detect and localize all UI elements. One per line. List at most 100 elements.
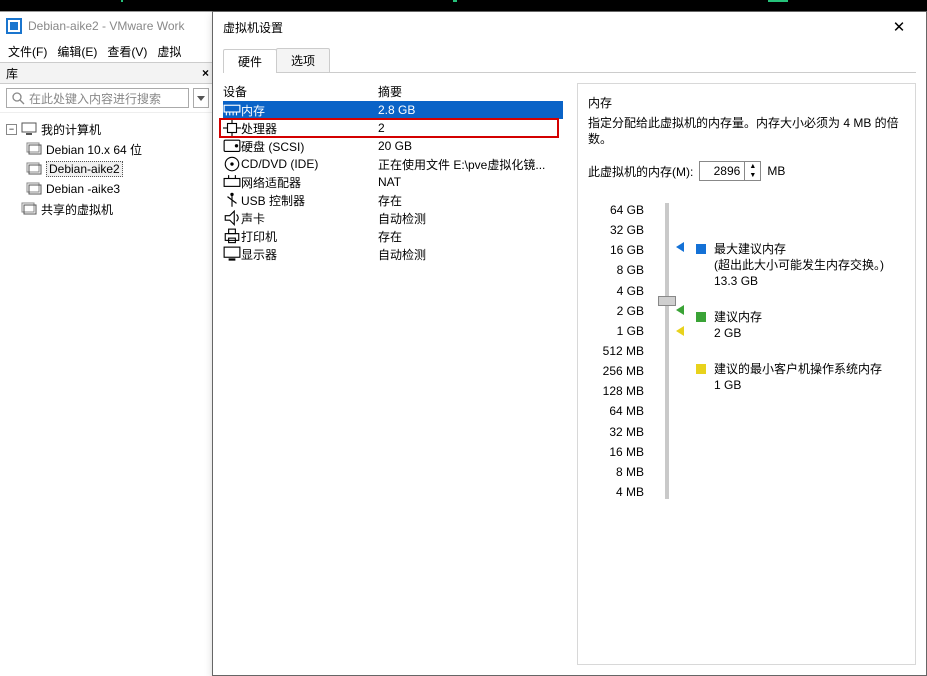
- tab-label: 硬件: [238, 55, 262, 69]
- device-row-hdd[interactable]: 硬盘 (SCSI)20 GB: [223, 137, 563, 155]
- legend-swatch-blue: [696, 244, 706, 254]
- device-table-header: 设备 摘要: [223, 83, 563, 101]
- node-label: Debian-aike2: [46, 161, 123, 177]
- dialog-tabs: 硬件 选项: [223, 48, 916, 73]
- memory-unit: MB: [767, 164, 785, 178]
- slider-tick: 4 MB: [588, 485, 644, 499]
- tab-label: 选项: [291, 54, 315, 68]
- legend-min: 建议的最小客户机操作系统内存 1 GB: [696, 361, 905, 393]
- node-label: 我的计算机: [41, 121, 101, 138]
- node-label: Debian -aike3: [46, 182, 120, 196]
- device-row-usb[interactable]: USB 控制器存在: [223, 191, 563, 209]
- slider-tick: 64 MB: [588, 404, 644, 418]
- vm-icon: [26, 162, 42, 176]
- memory-title: 内存: [588, 94, 905, 111]
- search-icon: [11, 91, 25, 105]
- slider-thumb[interactable]: [658, 296, 676, 306]
- slider-tick: 16 GB: [588, 243, 644, 257]
- cpu-icon: [223, 119, 241, 137]
- chevron-down-icon: [197, 96, 205, 101]
- legend-max-label: 最大建议内存: [714, 241, 884, 257]
- spinner-up[interactable]: ▲: [745, 162, 760, 171]
- library-title: 库: [6, 65, 18, 82]
- slider-tick: 4 GB: [588, 284, 644, 298]
- slider-tick: 64 GB: [588, 203, 644, 217]
- net-icon: [223, 174, 241, 190]
- cd-icon: [223, 155, 241, 173]
- menu-file[interactable]: 文件(F): [8, 43, 47, 60]
- library-header: 库 ×: [0, 62, 215, 84]
- slider-track-column[interactable]: [658, 203, 678, 499]
- slider-tick: 16 MB: [588, 445, 644, 459]
- menu-vm[interactable]: 虚拟: [157, 43, 181, 60]
- spinner-down[interactable]: ▼: [745, 171, 760, 180]
- memory-spinner[interactable]: ▲ ▼: [699, 161, 761, 181]
- mem-icon: [223, 103, 241, 117]
- slider-tick: 1 GB: [588, 324, 644, 338]
- library-search-input[interactable]: 在此处键入内容进行搜索: [6, 88, 189, 108]
- memory-desc: 指定分配给此虚拟机的内存量。内存大小必须为 4 MB 的倍数。: [588, 115, 905, 147]
- slider-tick: 32 MB: [588, 425, 644, 439]
- library-close-icon[interactable]: ×: [202, 66, 209, 80]
- tree-node-vm[interactable]: Debian 10.x 64 位: [4, 139, 211, 159]
- vm-icon: [26, 182, 42, 196]
- legend-min-label: 建议的最小客户机操作系统内存: [714, 361, 882, 377]
- device-summary: 20 GB: [378, 139, 563, 153]
- spinner-buttons: ▲ ▼: [744, 162, 760, 180]
- device-row-cd[interactable]: CD/DVD (IDE)正在使用文件 E:\pve虚拟化镜...: [223, 155, 563, 173]
- device-name: 网络适配器: [241, 174, 378, 191]
- dialog-title: 虚拟机设置: [223, 19, 283, 36]
- collapse-icon[interactable]: −: [6, 124, 17, 135]
- device-summary: 存在: [378, 192, 563, 209]
- vm-icon: [26, 142, 42, 156]
- tree-node-vm[interactable]: Debian -aike3: [4, 179, 211, 199]
- memory-detail-panel: 内存 指定分配给此虚拟机的内存量。内存大小必须为 4 MB 的倍数。 此虚拟机的…: [577, 83, 916, 665]
- device-row-cpu[interactable]: 处理器2: [223, 119, 563, 137]
- main-window: Debian-aike2 - VMware Work 文件(F) 编辑(E) 查…: [0, 11, 215, 676]
- marker-max-icon: [676, 242, 684, 252]
- tab-options[interactable]: 选项: [276, 48, 330, 72]
- tab-hardware[interactable]: 硬件: [223, 49, 277, 73]
- device-summary: 自动检测: [378, 210, 563, 227]
- memory-slider-area: 64 GB32 GB16 GB8 GB4 GB2 GB1 GB512 MB256…: [588, 203, 905, 499]
- device-summary: 正在使用文件 E:\pve虚拟化镜...: [378, 156, 563, 173]
- slider-tick: 512 MB: [588, 344, 644, 358]
- legend-max-val: 13.3 GB: [714, 273, 884, 289]
- marker-min-icon: [676, 326, 684, 336]
- device-row-dsp[interactable]: 显示器自动检测: [223, 245, 563, 263]
- device-table: 设备 摘要 内存2.8 GB处理器2硬盘 (SCSI)20 GBCD/DVD (…: [223, 83, 563, 263]
- node-label: 共享的虚拟机: [41, 201, 113, 218]
- node-label: Debian 10.x 64 位: [46, 141, 142, 158]
- usb-icon: [223, 191, 241, 209]
- tree-node-my-computer[interactable]: − 我的计算机: [4, 119, 211, 139]
- device-name: 声卡: [241, 210, 378, 227]
- device-row-mem[interactable]: 内存2.8 GB: [223, 101, 563, 119]
- search-dropdown-button[interactable]: [193, 88, 209, 108]
- menu-edit[interactable]: 编辑(E): [57, 43, 97, 60]
- legend-max: 最大建议内存 (超出此大小可能发生内存交换。) 13.3 GB: [696, 241, 905, 289]
- device-row-prn[interactable]: 打印机存在: [223, 227, 563, 245]
- legend-rec-label: 建议内存: [714, 309, 762, 325]
- device-list-panel: 设备 摘要 内存2.8 GB处理器2硬盘 (SCSI)20 GBCD/DVD (…: [223, 83, 563, 665]
- device-row-snd[interactable]: 声卡自动检测: [223, 209, 563, 227]
- dialog-close-button[interactable]: ✕: [882, 15, 916, 39]
- marker-rec-icon: [676, 305, 684, 315]
- slider-tick: 32 GB: [588, 223, 644, 237]
- memory-label: 此虚拟机的内存(M):: [588, 163, 693, 180]
- device-summary: 2: [378, 121, 563, 135]
- search-placeholder: 在此处键入内容进行搜索: [29, 90, 161, 107]
- vm-settings-dialog: 虚拟机设置 ✕ 硬件 选项 设备 摘要 内存2.8 GB处理器2硬盘 (SCSI…: [212, 11, 927, 676]
- memory-input-row: 此虚拟机的内存(M): ▲ ▼ MB: [588, 161, 905, 181]
- device-name: 内存: [241, 102, 378, 119]
- device-name: 处理器: [241, 120, 378, 137]
- tree-node-vm-selected[interactable]: Debian-aike2: [4, 159, 211, 179]
- tree-node-shared[interactable]: 共享的虚拟机: [4, 199, 211, 219]
- device-name: 显示器: [241, 246, 378, 263]
- device-name: 打印机: [241, 228, 378, 245]
- device-row-net[interactable]: 网络适配器NAT: [223, 173, 563, 191]
- menu-view[interactable]: 查看(V): [107, 43, 147, 60]
- slider-tick: 2 GB: [588, 304, 644, 318]
- memory-value-input[interactable]: [700, 162, 744, 180]
- menu-bar: 文件(F) 编辑(E) 查看(V) 虚拟: [0, 40, 215, 62]
- device-name: 硬盘 (SCSI): [241, 138, 378, 155]
